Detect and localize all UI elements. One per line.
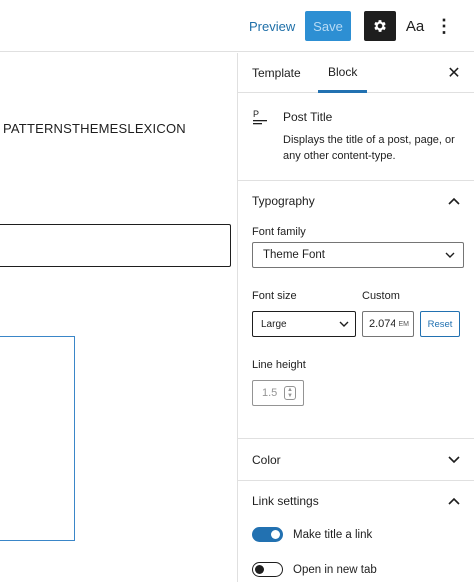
block-title: Post Title [283,110,333,124]
custom-size-label: Custom [362,290,400,302]
post-title-icon: P [252,108,270,126]
line-height-value: 1.5 [262,387,278,399]
svg-text:P: P [253,109,259,119]
line-height-input[interactable]: 1.5 ▲ ▼ [252,380,304,406]
more-options-icon[interactable]: ⋮ [435,11,453,41]
editor-canvas: PATTERNSTHEMESLEXICON [0,53,237,582]
link-settings-heading: Link settings [252,494,319,508]
font-size-select[interactable]: Large [252,311,356,337]
custom-size-value: 2.074 [369,318,395,330]
font-family-value: Theme Font [263,249,325,261]
chevron-down-icon [445,252,455,258]
font-size-label: Font size [252,290,297,302]
settings-button[interactable] [364,11,396,41]
preview-button[interactable]: Preview [243,11,301,41]
make-title-link-row: Make title a link [252,527,372,542]
font-size-value: Large [261,318,287,330]
editor-header: Preview Save Aa ⋮ [0,0,474,52]
divider [238,438,474,439]
typography-heading: Typography [252,194,315,208]
unit-select[interactable]: EM [399,321,410,328]
tab-template[interactable]: Template [252,53,301,93]
open-new-tab-toggle[interactable] [252,562,283,577]
font-family-select[interactable]: Theme Font [252,242,464,268]
font-family-label: Font family [252,226,306,238]
line-height-label: Line height [252,359,306,371]
custom-size-input[interactable]: 2.074 EM [362,311,414,337]
reset-button[interactable]: Reset [420,311,460,337]
open-new-tab-row: Open in new tab [252,562,377,577]
open-new-tab-label: Open in new tab [293,563,377,576]
chevron-up-icon [447,194,461,208]
make-title-link-toggle[interactable] [252,527,283,542]
link-settings-panel-toggle[interactable]: Link settings [238,491,474,511]
color-heading: Color [252,453,281,467]
spinner-icon[interactable]: ▲ ▼ [284,386,296,400]
block-description: Displays the title of a post, page, or a… [283,134,455,162]
chevron-up-icon [447,494,461,508]
divider [238,480,474,481]
block-card: P Post Title Displays the title of a pos… [238,93,474,181]
chevron-down-icon [447,453,461,467]
make-title-link-label: Make title a link [293,528,373,541]
typography-panel-toggle[interactable]: Typography [238,191,474,211]
settings-sidebar: Template Block ✕ P Post Title Displays t… [237,53,474,582]
color-panel-toggle[interactable]: Color [238,450,474,470]
sidebar-tabs: Template Block ✕ [238,53,474,93]
gear-icon [374,20,386,32]
save-button[interactable]: Save [305,11,351,41]
close-icon[interactable]: ✕ [444,63,464,83]
chevron-down-icon [339,321,349,327]
tab-block[interactable]: Block [318,53,368,93]
styles-button[interactable]: Aa [404,11,426,41]
selected-block-outline[interactable] [0,336,75,541]
site-navigation-text[interactable]: PATTERNSTHEMESLEXICON [3,121,186,136]
canvas-text-block[interactable] [0,224,231,267]
